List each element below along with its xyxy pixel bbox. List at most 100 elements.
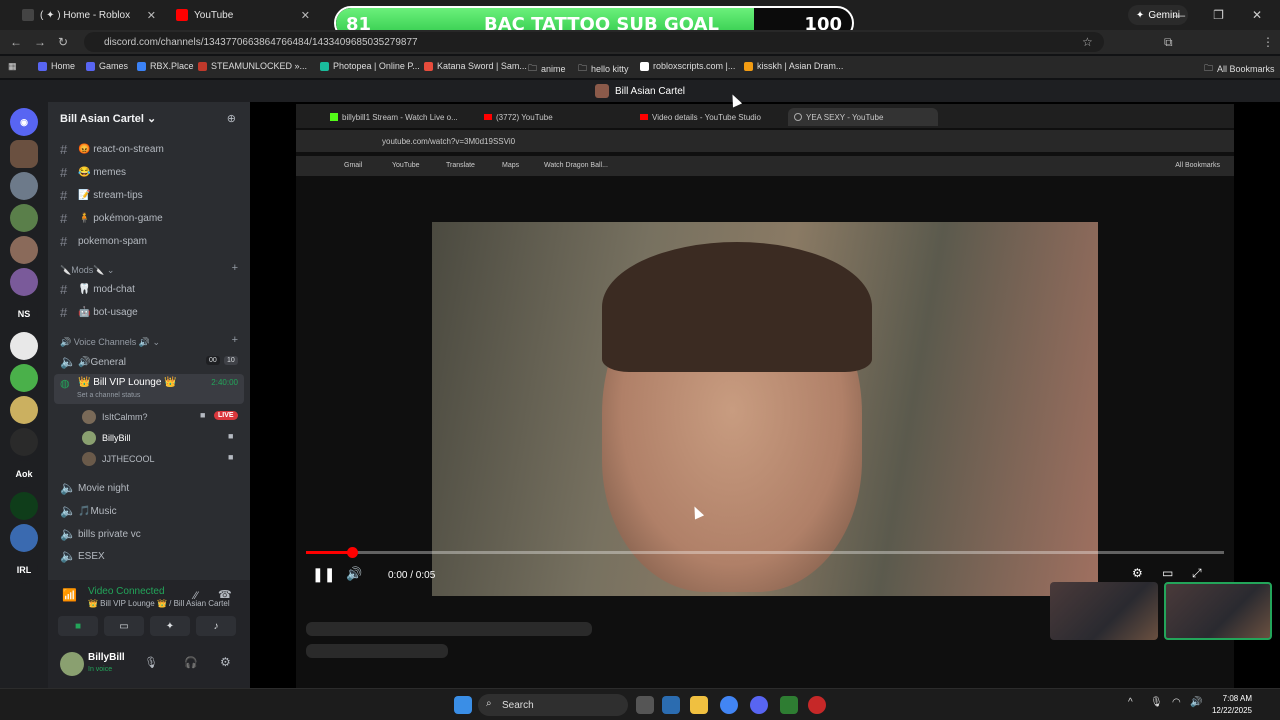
bookmark-anime[interactable]: 🗀 anime	[528, 61, 566, 77]
settings-icon[interactable]: ⚙	[1132, 566, 1143, 580]
voice-user[interactable]: IsItCalmm?	[82, 410, 148, 424]
voice-esex[interactable]: 🔈 ESEX	[60, 548, 105, 564]
add-member-icon[interactable]: ⊕	[227, 112, 236, 125]
avatar[interactable]	[60, 652, 84, 676]
server-icon[interactable]	[10, 236, 38, 264]
soundboard-button[interactable]: ♪	[196, 616, 236, 636]
video-progress-bar[interactable]	[306, 547, 1224, 558]
bookmark-katana[interactable]: Katana Sword | Sam...	[424, 61, 527, 71]
file-explorer-icon[interactable]	[690, 696, 708, 714]
close-window-icon[interactable]: ✕	[1252, 8, 1262, 22]
bookmark-hello-kitty[interactable]: 🗀 hello kitty	[578, 61, 629, 77]
volume-icon[interactable]: 🔊	[1190, 697, 1202, 708]
clock[interactable]: 7:08 AM 12/22/2025	[1212, 693, 1252, 717]
fullscreen-icon[interactable]: ⤢	[1192, 566, 1202, 581]
screen-share-button[interactable]: ▭	[104, 616, 144, 636]
bookmark-maps[interactable]: Maps	[502, 162, 519, 169]
server-icon[interactable]	[10, 524, 38, 552]
close-icon[interactable]: ✕	[147, 9, 156, 22]
microphone-icon[interactable]: 🎙	[1150, 697, 1163, 708]
wifi-icon[interactable]: ◠	[1172, 697, 1181, 708]
server-icon[interactable]	[10, 268, 38, 296]
pause-icon[interactable]: ❚❚	[312, 566, 335, 583]
chrome-icon[interactable]	[720, 696, 738, 714]
server-ns[interactable]: NS	[10, 300, 38, 328]
theater-mode-icon[interactable]: ▭	[1162, 566, 1173, 580]
server-irl[interactable]: IRL	[10, 556, 38, 584]
inner-all-bookmarks[interactable]: All Bookmarks	[1175, 162, 1220, 169]
bookmark-rbxplace[interactable]: RBX.Place	[137, 61, 194, 71]
forward-icon[interactable]: →	[34, 35, 46, 49]
back-icon[interactable]: ←	[10, 35, 22, 49]
settings-icon[interactable]: ⚙	[220, 655, 231, 669]
start-icon[interactable]	[454, 696, 472, 714]
tab-youtube[interactable]: YouTube ✕	[168, 4, 318, 26]
volume-icon[interactable]: 🔊	[346, 566, 362, 582]
all-bookmarks[interactable]: 🗀 All Bookmarks	[1204, 61, 1275, 77]
tab-roblox[interactable]: ( ✦ ) Home - Roblox ✕	[14, 4, 164, 26]
channel-pokemon-game[interactable]: # 🧍 pokémon-game	[60, 211, 163, 226]
channel-react-on-stream[interactable]: # 😡 react-on-stream	[60, 142, 164, 157]
activities-button[interactable]: ✦	[150, 616, 190, 636]
menu-icon[interactable]: ⋮	[1262, 35, 1274, 49]
bookmark-steamunlocked[interactable]: STEAMUNLOCKED »...	[198, 61, 307, 71]
tray-chevron-icon[interactable]: ^	[1128, 697, 1133, 708]
bookmark-youtube[interactable]: YouTube	[392, 162, 420, 169]
voice-movie-night[interactable]: 🔈 Movie night	[60, 480, 129, 496]
server-aok[interactable]: Aok	[10, 460, 38, 488]
url-field[interactable]: discord.com/channels/1343770663864766484…	[84, 32, 1104, 52]
channel-bot-usage[interactable]: # 🤖 bot-usage	[60, 305, 138, 320]
server-icon[interactable]	[10, 140, 38, 168]
voice-general[interactable]: 🔈 🔊General	[60, 354, 126, 370]
webcam-tile[interactable]	[1050, 582, 1158, 640]
discord-icon[interactable]	[750, 696, 768, 714]
voice-user[interactable]: BillyBill	[82, 431, 131, 445]
bookmark-kisskh[interactable]: kisskh | Asian Dram...	[744, 61, 843, 71]
bookmark-photopea[interactable]: Photopea | Online P...	[320, 61, 420, 71]
voice-music[interactable]: 🔈 🎵Music	[60, 503, 117, 519]
inner-tab[interactable]: (3772) YouTube	[478, 108, 628, 126]
maximize-icon[interactable]: ❐	[1213, 8, 1224, 22]
inner-tab[interactable]: billybill1 Stream - Watch Live o...	[324, 108, 474, 126]
app-icon[interactable]	[662, 696, 680, 714]
opera-icon[interactable]	[808, 696, 826, 714]
search-box[interactable]: ⌕ Search	[478, 694, 628, 716]
server-icon[interactable]	[10, 492, 38, 520]
minimize-icon[interactable]: —	[1173, 8, 1185, 22]
server-icon[interactable]	[10, 172, 38, 200]
channel-status[interactable]: Set a channel status	[77, 392, 140, 399]
close-icon[interactable]: ✕	[301, 9, 310, 22]
bookmark-translate[interactable]: Translate	[446, 162, 475, 169]
bookmark-games[interactable]: Games	[86, 61, 128, 71]
bookmark-home[interactable]: Home	[38, 61, 75, 71]
task-view-icon[interactable]	[636, 696, 654, 714]
inner-tab[interactable]: Video details - YouTube Studio	[634, 108, 784, 126]
bookmark-gmail[interactable]: Gmail	[344, 162, 362, 169]
channel-stream-tips[interactable]: # 📝 stream-tips	[60, 188, 143, 203]
bookmark-robloxscripts[interactable]: robloxscripts.com |...	[640, 61, 735, 71]
voice-connected-title[interactable]: Video Connected	[88, 586, 165, 597]
disconnect-icon[interactable]: ☎	[218, 588, 232, 601]
voice-vip-lounge[interactable]: ◍ 👑 Bill VIP Lounge 👑 Set a channel stat…	[54, 374, 244, 404]
app-icon[interactable]	[780, 696, 798, 714]
server-icon[interactable]	[10, 428, 38, 456]
reload-icon[interactable]: ↻	[58, 35, 68, 49]
add-channel-icon[interactable]: +	[232, 334, 238, 346]
inner-tab-active[interactable]: YEA SEXY - YouTube	[788, 108, 938, 126]
video-scrubber[interactable]	[346, 547, 358, 558]
voice-user[interactable]: JJTHECOOL	[82, 452, 155, 466]
headphones-icon[interactable]: 🎧	[184, 656, 198, 669]
category-voice[interactable]: 🔊 Voice Channels 🔊 ⌄	[60, 337, 160, 348]
channel-pokemon-spam[interactable]: # pokemon-spam	[60, 234, 147, 249]
channel-mod-chat[interactable]: # 🦷 mod-chat	[60, 282, 135, 297]
video-player[interactable]	[432, 222, 1098, 596]
bookmark-dragon-ball[interactable]: Watch Dragon Ball...	[544, 162, 608, 169]
voice-connected-sub[interactable]: 👑 Bill VIP Lounge 👑 / Bill Asian Cartel	[88, 599, 230, 608]
category-mods[interactable]: 🔪Mods🔪 ⌄	[60, 265, 114, 276]
discord-home-icon[interactable]: ◉	[10, 108, 38, 136]
voice-bills-private[interactable]: 🔈 bills private vc	[60, 526, 141, 542]
apps-icon[interactable]: ▦	[8, 61, 17, 72]
add-channel-icon[interactable]: +	[232, 262, 238, 274]
star-icon[interactable]: ☆	[1082, 35, 1093, 49]
server-icon[interactable]	[10, 332, 38, 360]
